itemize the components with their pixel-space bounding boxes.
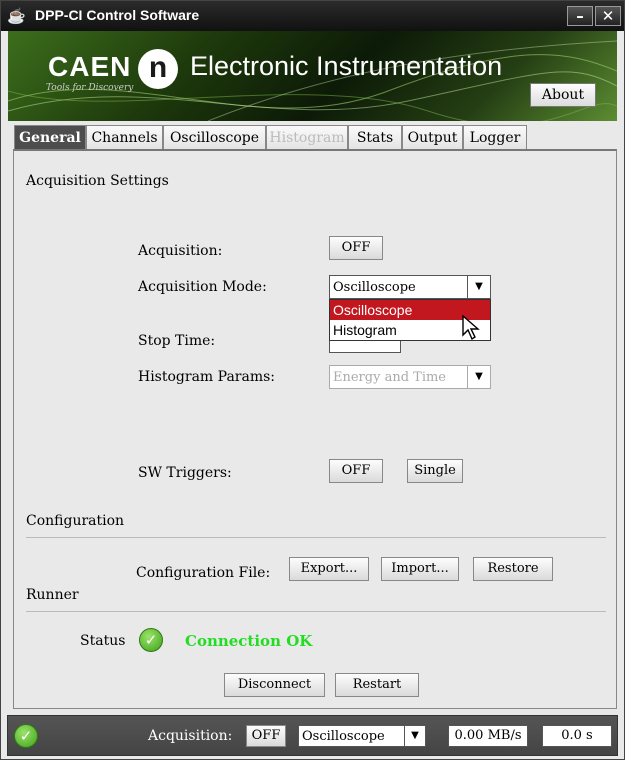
configuration-file-label: Configuration File: — [136, 565, 271, 581]
statusbar-mode-value: Oscilloscope — [302, 729, 385, 744]
stop-time-label: Stop Time: — [138, 333, 216, 349]
chevron-down-icon[interactable]: ▼ — [467, 276, 490, 298]
general-panel: Acquisition Settings Acquisition: OFF Ac… — [13, 149, 617, 709]
close-button[interactable]: ✕ — [595, 6, 621, 26]
check-icon: ✓ — [14, 724, 38, 748]
tab-output[interactable]: Output — [402, 125, 463, 149]
n-logo-icon: n — [138, 49, 178, 89]
acquisition-settings-title: Acquisition Settings — [26, 173, 169, 189]
connection-status-text: Connection OK — [185, 632, 313, 650]
export-button[interactable]: Export... — [289, 557, 369, 581]
chevron-down-icon[interactable]: ▼ — [404, 726, 425, 746]
title-bar: ☕ DPP-CI Control Software – ✕ — [1, 1, 624, 31]
caen-tagline: Tools for Discovery — [46, 83, 134, 93]
status-bar: ✓ Acquisition: OFF Oscilloscope ▼ 0.00 M… — [7, 715, 618, 756]
restore-button[interactable]: Restore — [473, 557, 553, 581]
banner-title: Electronic Instrumentation — [190, 51, 503, 81]
acquisition-toggle-button[interactable]: OFF — [329, 236, 383, 260]
histogram-params-label: Histogram Params: — [138, 369, 276, 385]
about-button[interactable]: About — [530, 83, 596, 107]
disconnect-button[interactable]: Disconnect — [224, 673, 325, 697]
histogram-params-value: Energy and Time — [333, 370, 446, 385]
statusbar-mode-select[interactable]: Oscilloscope ▼ — [298, 725, 426, 747]
tab-general[interactable]: General — [14, 125, 86, 149]
acquisition-mode-label: Acquisition Mode: — [138, 279, 267, 295]
tab-histogram: Histogram — [266, 125, 348, 149]
acquisition-mode-value: Oscilloscope — [333, 280, 416, 295]
chevron-down-icon: ▼ — [467, 366, 490, 388]
app-window: ☕ DPP-CI Control Software – ✕ CAEN Tools… — [0, 0, 625, 760]
configuration-title: Configuration — [26, 513, 125, 529]
app-icon: ☕ — [7, 7, 26, 25]
window-title: DPP-CI Control Software — [35, 7, 200, 23]
minimize-button[interactable]: – — [567, 6, 593, 26]
runner-divider — [26, 611, 606, 612]
data-rate-readout: 0.00 MB/s — [448, 725, 528, 747]
mouse-cursor-icon — [462, 315, 480, 341]
tab-oscilloscope[interactable]: Oscilloscope — [163, 125, 266, 149]
sw-triggers-toggle-button[interactable]: OFF — [329, 459, 383, 483]
header-banner: CAEN Tools for Discovery n Electronic In… — [8, 31, 617, 121]
acquisition-mode-select[interactable]: Oscilloscope ▼ — [329, 275, 491, 299]
statusbar-acquisition-toggle[interactable]: OFF — [246, 725, 286, 747]
elapsed-time-readout: 0.0 s — [542, 725, 612, 747]
caen-logo: CAEN — [48, 51, 132, 82]
tab-logger[interactable]: Logger — [463, 125, 527, 149]
sw-triggers-label: SW Triggers: — [138, 465, 232, 481]
single-trigger-button[interactable]: Single — [407, 459, 463, 483]
tab-stats[interactable]: Stats — [348, 125, 402, 149]
status-label: Status — [80, 633, 126, 649]
histogram-params-select: Energy and Time ▼ — [329, 365, 491, 389]
import-button[interactable]: Import... — [381, 557, 459, 581]
statusbar-acquisition-label: Acquisition: — [148, 728, 233, 744]
configuration-divider — [26, 537, 606, 538]
check-icon: ✓ — [139, 628, 163, 652]
tab-channels[interactable]: Channels — [86, 125, 163, 149]
acquisition-label: Acquisition: — [138, 243, 223, 259]
restart-button[interactable]: Restart — [335, 673, 419, 697]
runner-title: Runner — [26, 587, 79, 603]
